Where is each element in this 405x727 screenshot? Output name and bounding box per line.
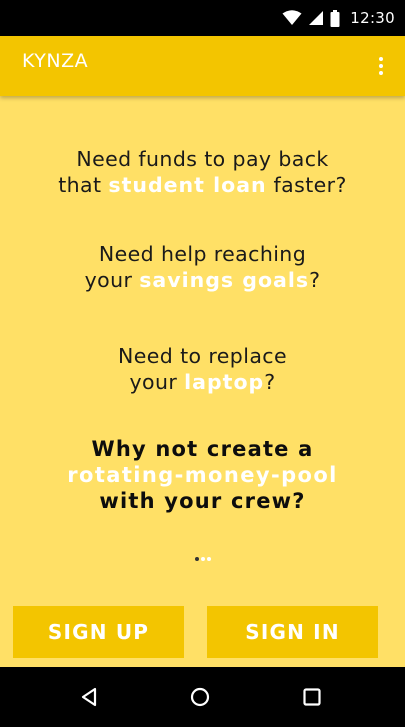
message-savings-goals: Need help reaching your savings goals? bbox=[0, 241, 405, 293]
app-title: KYNZA bbox=[22, 50, 89, 72]
message-text: your bbox=[129, 370, 185, 394]
message-line: your laptop? bbox=[0, 369, 405, 395]
message-text: ? bbox=[264, 370, 276, 394]
message-line: Why not create a bbox=[0, 436, 405, 462]
message-line: that student loan faster? bbox=[0, 172, 405, 198]
page-indicator bbox=[0, 557, 405, 561]
wifi-icon bbox=[282, 10, 302, 26]
message-text: Need help reaching bbox=[98, 242, 307, 266]
message-line: rotating-money-pool bbox=[0, 462, 405, 488]
status-bar: 12:30 bbox=[0, 0, 405, 36]
more-vert-icon[interactable] bbox=[373, 50, 389, 82]
message-money-pool: Why not create a rotating-money-pool wit… bbox=[0, 436, 405, 514]
battery-icon bbox=[330, 9, 340, 27]
message-text: faster? bbox=[266, 173, 347, 197]
message-line: Need funds to pay back bbox=[0, 146, 405, 172]
status-time: 12:30 bbox=[350, 9, 395, 27]
status-icons: 12:30 bbox=[282, 8, 395, 28]
message-line: Need to replace bbox=[0, 343, 405, 369]
overflow-dot bbox=[379, 57, 383, 61]
message-text: that bbox=[58, 173, 109, 197]
onboarding-content: Need funds to pay back that student loan… bbox=[0, 96, 405, 667]
message-line: your savings goals? bbox=[0, 267, 405, 293]
page-dot bbox=[200, 557, 205, 561]
system-nav-bar bbox=[0, 667, 405, 727]
message-text: your bbox=[84, 268, 140, 292]
message-text: with your crew? bbox=[99, 489, 306, 513]
back-icon[interactable] bbox=[75, 683, 103, 711]
sign-in-button[interactable]: SIGN IN bbox=[207, 606, 378, 658]
highlight-text: rotating-money-pool bbox=[67, 463, 338, 487]
recents-icon[interactable] bbox=[298, 683, 326, 711]
message-text: Need funds to pay back bbox=[76, 147, 329, 171]
page-dot bbox=[206, 557, 211, 561]
overflow-dot bbox=[379, 64, 383, 68]
message-laptop: Need to replace your laptop? bbox=[0, 343, 405, 395]
message-student-loan: Need funds to pay back that student loan… bbox=[0, 146, 405, 198]
overflow-dot bbox=[379, 71, 383, 75]
highlight-text: laptop bbox=[184, 370, 265, 394]
highlight-text: savings goals bbox=[139, 268, 310, 292]
signal-icon bbox=[308, 10, 324, 26]
page-dot-active bbox=[194, 557, 199, 561]
highlight-text: student loan bbox=[108, 173, 267, 197]
sign-up-button[interactable]: SIGN UP bbox=[13, 606, 184, 658]
message-line: with your crew? bbox=[0, 488, 405, 514]
home-icon[interactable] bbox=[186, 683, 214, 711]
message-line: Need help reaching bbox=[0, 241, 405, 267]
message-text: ? bbox=[309, 268, 321, 292]
message-text: Why not create a bbox=[91, 437, 314, 461]
app-bar: KYNZA bbox=[0, 36, 405, 96]
message-text: Need to replace bbox=[118, 344, 287, 368]
